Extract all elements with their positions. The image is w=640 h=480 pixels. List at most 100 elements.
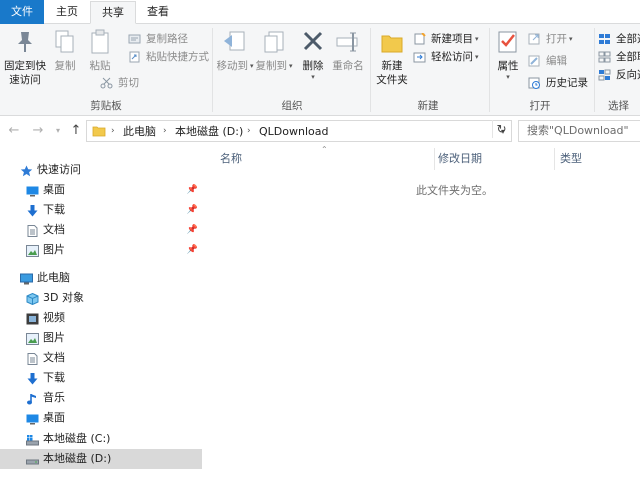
paste-button[interactable]: 粘贴 bbox=[84, 28, 116, 73]
pin-icon[interactable]: 📌 bbox=[187, 220, 198, 240]
tab-view[interactable]: 查看 bbox=[138, 1, 178, 24]
empty-folder-message: 此文件夹为空。 bbox=[416, 184, 493, 197]
properties-label: 属性 bbox=[497, 60, 519, 72]
address-bar[interactable]: › 此电脑 › 本地磁盘 (D:) › QLDownload ▾ bbox=[86, 120, 512, 142]
nav-pc-music-label: 音乐 bbox=[43, 391, 65, 404]
new-folder-button[interactable]: 新建 文件夹 bbox=[374, 28, 410, 87]
edit-button[interactable]: 编辑 bbox=[528, 52, 567, 70]
file-list: ⌃ 名称 修改日期 类型 此文件夹为空。 bbox=[205, 145, 640, 480]
breadcrumb-drive-d[interactable]: 本地磁盘 (D:) bbox=[175, 124, 243, 139]
nav-quick-desktop-label: 桌面 bbox=[43, 183, 65, 196]
nav-pc-3d-objects-label: 3D 对象 bbox=[43, 291, 84, 304]
nav-pc-documents[interactable]: 文档 bbox=[0, 348, 202, 368]
rename-button[interactable]: 重命名 bbox=[330, 28, 366, 73]
new-item-button[interactable]: 新建项目 ▾ bbox=[413, 30, 479, 48]
cut-button[interactable]: 剪切 bbox=[100, 74, 139, 92]
delete-label: 删除 bbox=[302, 60, 324, 72]
recent-locations-chevron-icon[interactable]: ▾ bbox=[50, 122, 66, 140]
move-to-button[interactable]: 移动到 ▾ bbox=[216, 28, 254, 73]
pin-icon[interactable]: 📌 bbox=[187, 200, 198, 220]
select-none-label: 全部取 bbox=[616, 51, 640, 63]
history-button[interactable]: 历史记录 bbox=[528, 74, 588, 92]
pin-icon bbox=[12, 28, 38, 56]
computer-icon bbox=[20, 272, 33, 285]
copy-label: 复制 bbox=[54, 60, 76, 72]
pin-quick-access-button[interactable]: 固定到快 速访问 bbox=[4, 28, 46, 87]
pin-icon[interactable]: 📌 bbox=[187, 240, 198, 260]
paste-label: 粘贴 bbox=[89, 60, 111, 72]
nav-pc-3d-objects[interactable]: 3D 对象 bbox=[0, 288, 202, 308]
delete-dropdown-caret[interactable]: ▾ bbox=[298, 73, 328, 81]
tab-file[interactable]: 文件 bbox=[0, 0, 44, 24]
desktop-icon bbox=[26, 412, 39, 425]
breadcrumb-this-pc[interactable]: 此电脑 bbox=[123, 124, 156, 139]
open-button[interactable]: 打开 ▾ bbox=[528, 30, 573, 48]
nav-pc-downloads[interactable]: 下载 bbox=[0, 368, 202, 388]
picture-icon bbox=[26, 244, 39, 257]
nav-quick-pictures[interactable]: 图片 📌 bbox=[0, 240, 202, 260]
nav-pc-drive-d[interactable]: 本地磁盘 (D:) bbox=[0, 449, 202, 469]
breadcrumb-chevron-icon[interactable]: › bbox=[163, 124, 167, 139]
select-all-icon bbox=[598, 33, 611, 45]
breadcrumb-chevron-icon[interactable]: › bbox=[247, 124, 251, 139]
nav-pc-drive-c[interactable]: 本地磁盘 (C:) bbox=[0, 429, 202, 449]
invert-selection-icon bbox=[598, 69, 611, 81]
easy-access-button[interactable]: 轻松访问 ▾ bbox=[413, 48, 479, 66]
invert-selection-button[interactable]: 反向选 bbox=[598, 66, 640, 84]
open-label: 打开 bbox=[546, 33, 567, 45]
nav-quick-desktop[interactable]: 桌面 📌 bbox=[0, 180, 202, 200]
breadcrumb-qldownload[interactable]: QLDownload bbox=[259, 124, 328, 139]
up-arrow-icon[interactable]: ↑ bbox=[68, 122, 84, 140]
edit-pencil-icon bbox=[528, 55, 541, 67]
breadcrumb-chevron-icon[interactable]: › bbox=[111, 124, 115, 139]
nav-pc-pictures[interactable]: 图片 bbox=[0, 328, 202, 348]
select-all-button[interactable]: 全部选 bbox=[598, 30, 640, 48]
paste-shortcut-button[interactable]: 粘贴快捷方式 bbox=[128, 48, 209, 66]
column-divider[interactable] bbox=[434, 148, 435, 170]
column-header-type[interactable]: 类型 bbox=[560, 149, 582, 169]
back-arrow-icon[interactable]: ← bbox=[6, 122, 22, 140]
refresh-icon[interactable]: ↻ bbox=[492, 120, 510, 138]
column-divider[interactable] bbox=[554, 148, 555, 170]
nav-pc-pictures-label: 图片 bbox=[43, 331, 65, 344]
column-header-name[interactable]: 名称 bbox=[220, 149, 242, 169]
pin-icon[interactable]: 📌 bbox=[187, 180, 198, 200]
column-header-modified[interactable]: 修改日期 bbox=[438, 149, 482, 169]
properties-button[interactable]: 属性 ▾ bbox=[493, 28, 523, 81]
new-folder-label-line1: 新建 bbox=[381, 60, 403, 72]
properties-icon bbox=[495, 28, 521, 56]
nav-pc-videos[interactable]: 视频 bbox=[0, 308, 202, 328]
select-none-icon bbox=[598, 51, 611, 63]
new-item-label: 新建项目 bbox=[431, 33, 473, 45]
easy-access-icon bbox=[413, 51, 426, 63]
ribbon-tab-bar: 文件 主页 共享 查看 bbox=[0, 0, 640, 24]
forward-arrow-icon[interactable]: → bbox=[30, 122, 46, 140]
clipboard-icon bbox=[87, 28, 113, 56]
properties-dropdown-caret[interactable]: ▾ bbox=[493, 73, 523, 81]
move-to-label: 移动到 ▾ bbox=[216, 60, 254, 72]
clipboard-group-label: 剪贴板 bbox=[90, 100, 122, 112]
open-caret: ▾ bbox=[569, 35, 573, 43]
nav-this-pc[interactable]: 此电脑 bbox=[0, 268, 202, 288]
nav-pc-desktop[interactable]: 桌面 bbox=[0, 408, 202, 428]
cut-label: 剪切 bbox=[118, 77, 139, 89]
nav-quick-access[interactable]: 快速访问 bbox=[0, 160, 202, 180]
history-label: 历史记录 bbox=[546, 77, 588, 89]
document-icon bbox=[26, 352, 39, 365]
nav-quick-downloads[interactable]: 下载 📌 bbox=[0, 200, 202, 220]
navigation-bar: ← → ▾ ↑ › 此电脑 › 本地磁盘 (D:) › QLDownload ▾… bbox=[0, 117, 640, 145]
tab-share[interactable]: 共享 bbox=[90, 1, 136, 24]
pin-label-line1: 固定到快 bbox=[4, 60, 46, 72]
new-group-label: 新建 bbox=[417, 100, 439, 112]
delete-button[interactable]: 删除 ▾ bbox=[298, 28, 328, 81]
copy-button[interactable]: 复制 bbox=[50, 28, 80, 73]
nav-pc-downloads-label: 下载 bbox=[43, 371, 65, 384]
select-none-button[interactable]: 全部取 bbox=[598, 48, 640, 66]
copy-path-button[interactable]: 复制路径 bbox=[128, 30, 188, 48]
nav-pc-music[interactable]: 音乐 bbox=[0, 388, 202, 408]
ribbon: 固定到快 速访问 复制 粘贴 复制路径 粘贴快捷方式 剪切 剪贴板 移动到 ▾ … bbox=[0, 24, 640, 116]
tab-home[interactable]: 主页 bbox=[46, 1, 88, 24]
nav-quick-documents[interactable]: 文档 📌 bbox=[0, 220, 202, 240]
copy-to-button[interactable]: 复制到 ▾ bbox=[254, 28, 294, 73]
search-input[interactable]: 搜索"QLDownload" bbox=[518, 120, 640, 142]
